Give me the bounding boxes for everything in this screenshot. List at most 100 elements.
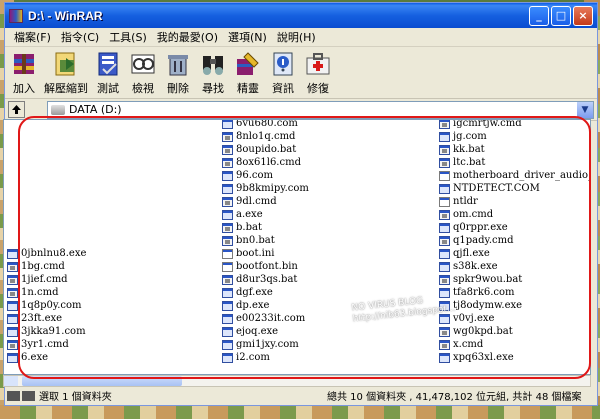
file-row[interactable]: 6.exe	[7, 351, 86, 364]
file-row[interactable]: boot.ini	[222, 247, 309, 260]
menu-help[interactable]: 說明(H)	[272, 28, 321, 46]
file-name: tj8odymw.exe	[453, 300, 523, 311]
file-icon	[222, 144, 233, 155]
minimize-button[interactable]: _	[529, 5, 549, 26]
file-row[interactable]: spkr9wou.bat	[439, 273, 590, 286]
file-row[interactable]: 1jief.cmd	[7, 273, 86, 286]
file-row[interactable]: ntldr	[439, 195, 590, 208]
file-row[interactable]: e00233it.com	[222, 312, 309, 325]
title-bar[interactable]: D:\ - WinRAR _ □ ×	[5, 3, 597, 28]
file-row[interactable]: a.exe	[222, 208, 309, 221]
file-row[interactable]: 8oupido.bat	[222, 143, 309, 156]
file-row[interactable]: om.cmd	[439, 208, 590, 221]
file-list[interactable]: 0jbnlnu8.exe 1bg.cmd 1jief.cmd 1n.cmd 1q8p0y…	[3, 119, 591, 375]
file-row[interactable]: bn0.bat	[222, 234, 309, 247]
scroll-left-arrow[interactable]	[4, 376, 18, 386]
horizontal-scrollbar[interactable]	[3, 375, 591, 387]
file-row[interactable]: 96.com	[222, 169, 309, 182]
file-name: x.cmd	[453, 339, 484, 350]
file-row[interactable]: xpq63xl.exe	[439, 351, 590, 364]
file-name: 1bg.cmd	[21, 261, 65, 272]
find-button[interactable]: 尋找	[198, 50, 228, 96]
file-row[interactable]: q1pady.cmd	[439, 234, 590, 247]
menu-file[interactable]: 檔案(F)	[9, 28, 56, 46]
file-row[interactable]: 1q8p0y.com	[7, 299, 86, 312]
file-row[interactable]: s38k.exe	[439, 260, 590, 273]
extract-to-button[interactable]: 解壓縮到	[44, 50, 88, 96]
file-row[interactable]: jg.com	[439, 130, 590, 143]
menu-commands[interactable]: 指令(C)	[56, 28, 104, 46]
file-row[interactable]: dp.exe	[222, 299, 309, 312]
file-row[interactable]: 3jkka91.com	[7, 325, 86, 338]
add-button[interactable]: 加入	[9, 50, 39, 96]
menu-tools[interactable]: 工具(S)	[104, 28, 152, 46]
file-row[interactable]: kk.bat	[439, 143, 590, 156]
file-icon	[7, 287, 18, 298]
file-row[interactable]: i2.com	[222, 351, 309, 364]
maximize-button[interactable]: □	[551, 5, 571, 26]
file-row[interactable]: dgf.exe	[222, 286, 309, 299]
file-name: 8nlo1q.cmd	[236, 131, 296, 142]
file-row[interactable]: 9dl.cmd	[222, 195, 309, 208]
info-label: 資訊	[272, 82, 294, 95]
file-row[interactable]: 1n.cmd	[7, 286, 86, 299]
file-name: motherboard_driver_audio_	[453, 170, 591, 181]
file-row[interactable]: 23ft.exe	[7, 312, 86, 325]
file-row[interactable]: NTDETECT.COM	[439, 182, 590, 195]
file-row[interactable]: q0rppr.exe	[439, 221, 590, 234]
file-icon	[439, 131, 450, 142]
file-row[interactable]: 3yr1.cmd	[7, 338, 86, 351]
file-row[interactable]: tfa8rk6.com	[439, 286, 590, 299]
file-name: ntldr	[453, 196, 478, 207]
close-button[interactable]: ×	[573, 5, 593, 26]
file-name: bn0.bat	[236, 235, 275, 246]
file-row[interactable]: motherboard_driver_audio_	[439, 169, 591, 182]
test-button[interactable]: 測試	[93, 50, 123, 96]
file-icon	[7, 339, 18, 350]
menu-favorites[interactable]: 我的最愛(O)	[152, 28, 223, 46]
up-arrow-icon	[12, 105, 21, 114]
menu-options[interactable]: 選項(N)	[223, 28, 272, 46]
file-name: jg.com	[453, 131, 487, 142]
file-row[interactable]: x.cmd	[439, 338, 590, 351]
file-row[interactable]: qjfl.exe	[439, 247, 590, 260]
repair-button[interactable]: 修復	[303, 50, 333, 96]
file-name: tfa8rk6.com	[453, 287, 515, 298]
file-icon	[7, 274, 18, 285]
file-row[interactable]: 8nlo1q.cmd	[222, 130, 309, 143]
file-row[interactable]: v0vj.exe	[439, 312, 590, 325]
file-row[interactable]: igcmrtjw.cmd	[439, 120, 590, 130]
find-icon	[198, 50, 228, 78]
file-row[interactable]: 1bg.cmd	[7, 260, 86, 273]
file-row[interactable]: tj8odymw.exe	[439, 299, 590, 312]
file-icon	[222, 209, 233, 220]
file-row[interactable]: gmi1jxy.com	[222, 338, 309, 351]
path-combobox[interactable]: DATA (D:) ▼	[47, 100, 594, 119]
file-icon	[222, 248, 233, 259]
scroll-thumb[interactable]	[22, 376, 182, 386]
file-row[interactable]: 0jbnlnu8.exe	[7, 247, 86, 260]
file-row[interactable]: ltc.bat	[439, 156, 590, 169]
file-row[interactable]: 6vu680.com	[222, 120, 309, 130]
address-bar: DATA (D:) ▼	[5, 99, 597, 121]
file-row[interactable]: wg0kpd.bat	[439, 325, 590, 338]
status-summary: 總共 10 個資料夾 , 41,478,102 位元組, 共計 48 個檔案	[327, 392, 582, 403]
file-name: spkr9wou.bat	[453, 274, 523, 285]
delete-button[interactable]: 刪除	[163, 50, 193, 96]
chevron-down-icon[interactable]: ▼	[577, 101, 593, 118]
wizard-button[interactable]: 精靈	[233, 50, 263, 96]
file-row[interactable]: d8ur3qs.bat	[222, 273, 309, 286]
file-icon	[222, 339, 233, 350]
drive-status-icon[interactable]	[7, 390, 35, 401]
file-icon	[222, 287, 233, 298]
file-row[interactable]: ejoq.exe	[222, 325, 309, 338]
file-row[interactable]: b.bat	[222, 221, 309, 234]
file-name: ejoq.exe	[236, 326, 279, 337]
view-button[interactable]: 檢視	[128, 50, 158, 96]
file-row[interactable]: bootfont.bin	[222, 260, 309, 273]
info-button[interactable]: 資訊	[268, 50, 298, 96]
file-row[interactable]: 9b8kmipy.com	[222, 182, 309, 195]
info-icon	[268, 50, 298, 78]
up-folder-button[interactable]	[8, 101, 25, 118]
file-row[interactable]: 8ox61l6.cmd	[222, 156, 309, 169]
